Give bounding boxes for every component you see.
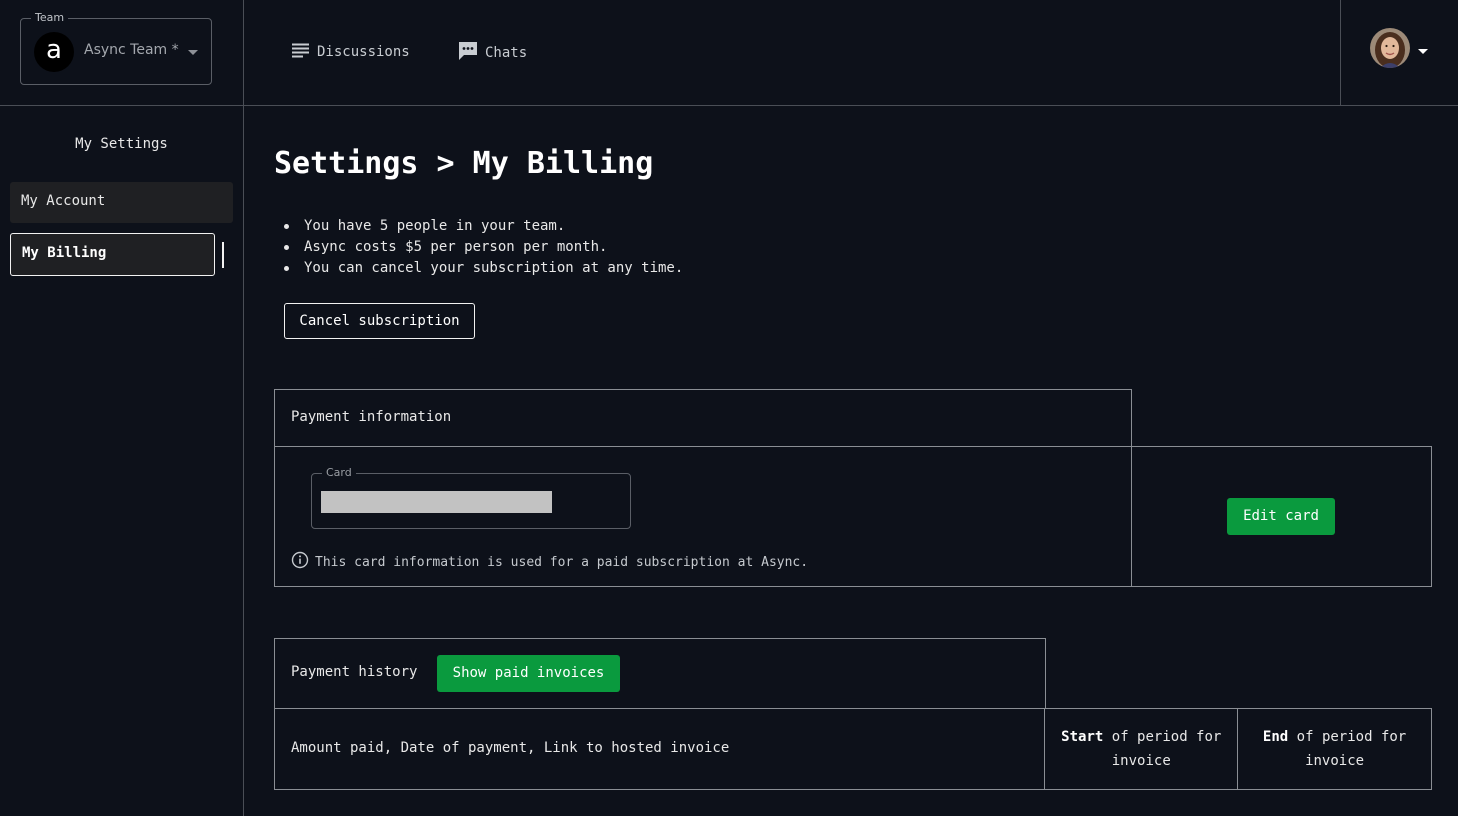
team-selector-label: Team: [31, 11, 69, 24]
payment-history-title: Payment history: [291, 664, 418, 680]
list-item: You have 5 people in your team.: [284, 216, 683, 237]
card-field[interactable]: Card: [311, 466, 631, 529]
profile-menu[interactable]: [1340, 0, 1458, 106]
column-header-start-bold: Start: [1061, 729, 1104, 745]
sidebar-item-my-billing[interactable]: My Billing: [10, 233, 215, 276]
cancel-subscription-button[interactable]: Cancel subscription: [284, 303, 475, 339]
team-logo: a: [34, 32, 74, 72]
list-item: Async costs $5 per person per month.: [284, 237, 683, 258]
column-header-main: Amount paid, Date of payment, Link to ho…: [275, 709, 1046, 789]
edit-card-button[interactable]: Edit card: [1227, 498, 1335, 535]
card-number-redacted: [321, 491, 552, 513]
column-header-end: End of period for invoice: [1238, 709, 1431, 789]
chat-bubble-icon: [457, 40, 479, 66]
sidebar-item-my-account[interactable]: My Account: [10, 182, 233, 223]
payment-info-body: Card This card information is used for a…: [274, 446, 1132, 587]
payment-info-actions: Edit card: [1131, 446, 1432, 587]
user-avatar[interactable]: [1370, 28, 1410, 68]
card-field-label: Card: [322, 466, 356, 479]
chevron-down-icon: [188, 50, 198, 55]
sidebar-title: My Settings: [75, 136, 168, 152]
team-selector[interactable]: Team a Async Team *: [20, 11, 212, 85]
left-column: Team a Async Team * My Settings My Accou…: [0, 0, 244, 816]
list-item: You can cancel your subscription at any …: [284, 258, 683, 279]
info-circle-icon: [291, 551, 309, 573]
column-header-start-rest: of period for invoice: [1111, 729, 1222, 769]
nav-discussions-label: Discussions: [317, 44, 410, 60]
show-paid-invoices-button[interactable]: Show paid invoices: [437, 655, 620, 692]
nav-discussions[interactable]: Discussions: [291, 40, 410, 64]
card-note-text: This card information is used for a paid…: [315, 554, 809, 570]
payment-info-header: Payment information: [274, 389, 1132, 447]
list-icon: [291, 40, 311, 64]
card-note: This card information is used for a paid…: [291, 551, 808, 573]
payment-info-title: Payment information: [291, 409, 452, 425]
column-header-start: Start of period for invoice: [1045, 709, 1239, 789]
nav-chats[interactable]: Chats: [457, 40, 527, 66]
billing-info-list: You have 5 people in your team. Async co…: [284, 216, 683, 279]
column-header-end-rest: of period for invoice: [1296, 729, 1407, 769]
payment-history-header: Payment history Show paid invoices: [274, 638, 1046, 709]
nav-chats-label: Chats: [485, 45, 528, 61]
column-header-end-bold: End: [1262, 729, 1289, 745]
team-name: Async Team *: [84, 42, 179, 58]
team-selector-area: Team a Async Team *: [0, 0, 243, 106]
page-title: Settings > My Billing: [274, 146, 654, 181]
chevron-down-icon[interactable]: [1418, 49, 1428, 54]
payment-history-columns: Amount paid, Date of payment, Link to ho…: [274, 708, 1432, 790]
active-indicator: [222, 242, 224, 268]
top-header: Discussions Chats: [244, 0, 1458, 106]
